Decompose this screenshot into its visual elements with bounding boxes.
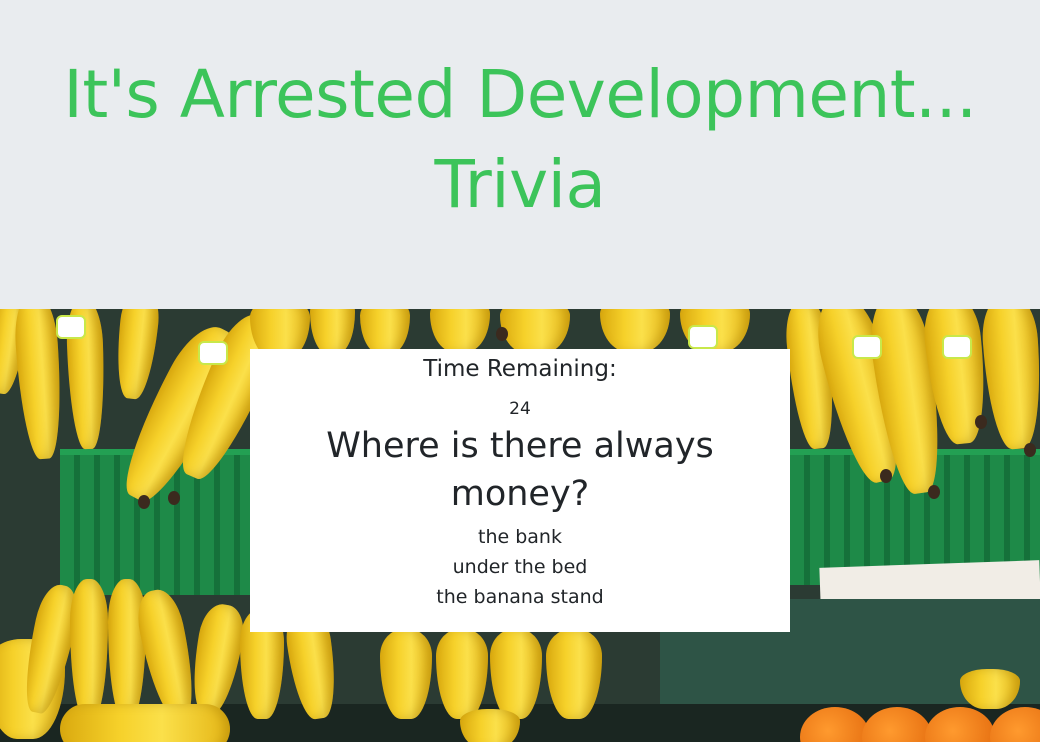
timer-label: Time Remaining: bbox=[423, 356, 617, 382]
banana-tip bbox=[168, 491, 180, 505]
sticker-icon bbox=[852, 335, 882, 359]
answer-option[interactable]: under the bed bbox=[250, 552, 790, 582]
header-jumbotron: It's Arrested Development... Trivia bbox=[0, 0, 1040, 309]
sticker-icon bbox=[688, 325, 718, 349]
answer-option[interactable]: the banana stand bbox=[250, 582, 790, 612]
banana-shape bbox=[979, 309, 1040, 451]
sticker-icon bbox=[198, 341, 228, 365]
banana-shape bbox=[500, 309, 570, 354]
question-text: Where is there always money? bbox=[326, 426, 714, 514]
sticker-icon bbox=[56, 315, 86, 339]
trivia-card: Time Remaining: 24 Where is there always… bbox=[250, 349, 790, 632]
banana-tip bbox=[1024, 443, 1036, 457]
banana-tip bbox=[975, 415, 987, 429]
banana-shape bbox=[310, 309, 355, 354]
banana-shape bbox=[112, 309, 162, 401]
site-title: It's Arrested Development... Trivia bbox=[63, 56, 977, 223]
banana-tip bbox=[138, 495, 150, 509]
banana-tip bbox=[880, 469, 892, 483]
answer-option[interactable]: the bank bbox=[250, 522, 790, 552]
sticker-icon bbox=[942, 335, 972, 359]
banana-shape bbox=[70, 579, 108, 719]
banana-shape bbox=[360, 309, 410, 354]
banana-shape bbox=[185, 601, 249, 717]
banana-tip bbox=[496, 327, 508, 341]
banana-shape bbox=[460, 709, 520, 742]
banana-shape bbox=[430, 309, 490, 352]
banana-shape bbox=[600, 309, 670, 352]
timer-value: 24 bbox=[509, 399, 531, 419]
answer-list: the bank under the bed the banana stand bbox=[250, 518, 790, 612]
banana-shape bbox=[60, 704, 230, 742]
banana-tip bbox=[928, 485, 940, 499]
